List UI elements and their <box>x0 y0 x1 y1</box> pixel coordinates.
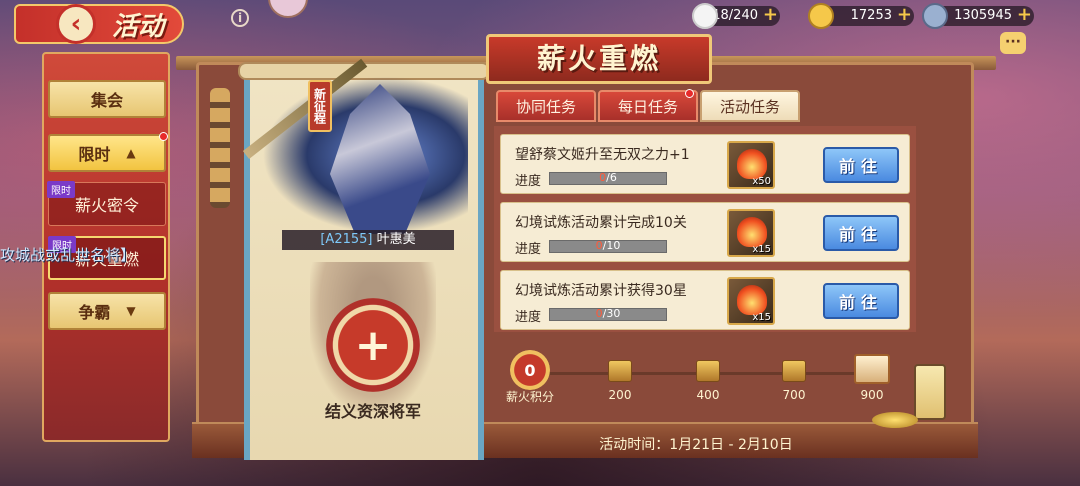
plus-icon[interactable]: + <box>326 298 420 392</box>
reward-item[interactable]: x15 <box>727 209 775 257</box>
progress-label: 进度 <box>515 242 542 257</box>
new-journey-badge: 新征程 <box>308 80 332 132</box>
menu-item-label: 薪火密令 <box>74 196 139 215</box>
milestone-label: 200 <box>608 388 632 402</box>
fire-points-label: 薪火积分 <box>505 390 554 404</box>
progress-current: 0 <box>595 307 603 320</box>
hero-name-plate: [A2155] 叶惠美 <box>282 230 454 250</box>
tab-label: 协同任务 <box>515 97 576 116</box>
resource-value: 17253 <box>850 8 892 23</box>
reward-item[interactable]: x15 <box>727 277 775 325</box>
chest-icon <box>608 360 632 382</box>
go-button[interactable]: 前往 <box>823 283 899 319</box>
page-title: 活动 <box>112 12 165 42</box>
progress-current: 0 <box>595 239 603 252</box>
avatar[interactable] <box>268 0 308 18</box>
tab-label: 每日任务 <box>617 97 678 116</box>
chest-icon <box>782 360 806 382</box>
coin-icon <box>922 3 948 29</box>
chevron-left-icon[interactable]: ‹ <box>56 4 96 44</box>
task-title: 幻境试炼活动累计完成10关 <box>515 215 687 231</box>
reward-count: x50 <box>752 176 771 187</box>
top-bar: ‹ 活动 i 18/240 + 17253 + 1305945 + <box>0 0 1080 44</box>
progress-bar: 0/30 <box>549 307 667 321</box>
recruit-label: 结义资深将军 <box>324 402 421 421</box>
resource-stamina: 18/240 + <box>692 3 780 29</box>
chevron-down-icon: ▼ <box>126 304 136 318</box>
menu-item-label: 限时 <box>78 145 111 164</box>
reward-count: x15 <box>752 244 771 255</box>
milestone-chest[interactable]: 700 <box>774 360 814 402</box>
milestone-label: 900 <box>860 388 884 402</box>
menu-item-limited[interactable]: 限时 ▲ <box>48 132 168 172</box>
chest-icon <box>696 360 720 382</box>
hero-code: [A2155] <box>320 232 373 247</box>
add-coin-button[interactable]: + <box>1017 6 1032 24</box>
progress-total: /30 <box>602 307 621 320</box>
resource-coin: 1305945 + <box>922 3 1034 29</box>
milestone-label: 700 <box>782 388 806 402</box>
task-row: 幻境试炼活动累计完成10关 进度 0/10 x15 前往 <box>500 202 910 262</box>
progress-text: 0/30 <box>550 307 666 320</box>
progress-text: 0/10 <box>550 239 666 252</box>
gold-ingot-icon <box>808 3 834 29</box>
resource-value: 1305945 <box>954 8 1012 23</box>
progress-label: 进度 <box>515 310 542 325</box>
tab-event-tasks[interactable]: 活动任务 <box>700 90 800 122</box>
task-title: 望舒蔡文姬升至无双之力+1 <box>515 147 690 163</box>
tab-label: 活动任务 <box>719 97 780 116</box>
go-button[interactable]: 前往 <box>823 147 899 183</box>
task-row: 望舒蔡文姬升至无双之力+1 进度 0/6 x50 前往 <box>500 134 910 194</box>
limited-tag: 限时 <box>47 181 75 198</box>
hero-name: 叶惠美 <box>376 232 416 247</box>
milestone-label: 400 <box>696 388 720 402</box>
fire-icon <box>737 285 767 315</box>
task-title: 幻境试炼活动累计获得30星 <box>515 283 687 299</box>
reward-count: x15 <box>752 312 771 323</box>
menu-item-label: 集会 <box>90 91 123 110</box>
notification-dot <box>685 89 694 98</box>
menu-item-label: 争霸 <box>78 303 111 322</box>
notification-dot <box>159 132 168 141</box>
progress-bar: 0/6 <box>549 171 667 185</box>
scrolling-announcement: 攻城战或乱世名将】 <box>0 246 136 264</box>
progress-text: 0/6 <box>550 171 666 184</box>
progress-bar: 0/10 <box>549 239 667 253</box>
go-button[interactable]: 前往 <box>823 215 899 251</box>
progress-label: 进度 <box>515 174 542 189</box>
progress-total: /10 <box>602 239 621 252</box>
fire-points-counter: 0 <box>510 350 550 390</box>
grand-chest-icon <box>854 354 890 384</box>
task-row: 幻境试炼活动累计获得30星 进度 0/30 x15 前往 <box>500 270 910 330</box>
resource-gold: 17253 + <box>808 3 914 29</box>
bead-decoration <box>210 88 230 208</box>
tab-cooperation-tasks[interactable]: 协同任务 <box>496 90 596 122</box>
milestone-chest[interactable]: 200 <box>600 360 640 402</box>
chat-icon[interactable]: ··· <box>1000 32 1026 54</box>
add-stamina-button[interactable]: + <box>763 6 778 24</box>
add-gold-button[interactable]: + <box>897 6 912 24</box>
menu-item-contest[interactable]: 争霸 ▼ <box>48 292 166 330</box>
coins-pile-icon <box>872 412 918 428</box>
event-title-banner: 薪火重燃 <box>486 34 712 84</box>
menu-item-gathering[interactable]: 集会 <box>48 80 166 118</box>
lantern-icon <box>914 364 946 420</box>
chevron-up-icon: ▲ <box>126 146 136 160</box>
rice-icon <box>692 3 718 29</box>
fire-icon <box>737 149 767 179</box>
info-icon[interactable]: i <box>231 9 249 27</box>
menu-item-fire-order[interactable]: 限时 薪火密令 <box>47 181 166 226</box>
event-time: 活动时间：1月21日 - 2月10日 <box>599 437 793 453</box>
milestone-chest[interactable]: 900 <box>852 354 892 402</box>
fire-icon <box>737 217 767 247</box>
tab-daily-tasks[interactable]: 每日任务 <box>598 89 698 122</box>
milestone-chest[interactable]: 400 <box>688 360 728 402</box>
resource-value: 18/240 <box>712 8 758 23</box>
reward-item[interactable]: x50 <box>727 141 775 189</box>
progress-total: /6 <box>606 171 617 184</box>
